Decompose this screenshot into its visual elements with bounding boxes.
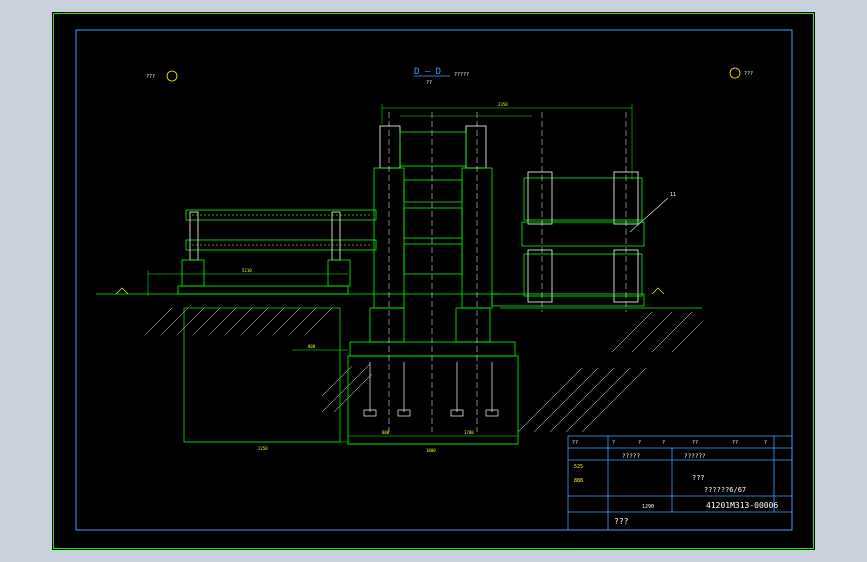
foundation-hatch	[145, 307, 703, 433]
side-value-b: 888	[574, 478, 583, 484]
leader-line	[629, 197, 669, 233]
dim-mid-a: 800	[308, 344, 316, 349]
drawing-scale: ??????6/67	[704, 486, 746, 494]
header-cell: ??	[572, 440, 578, 446]
cad-drawing: D — D ?? ????? ??? ??? 11 2350 5210 800 …	[53, 13, 814, 549]
dim-bottom-a: 1700	[464, 430, 474, 435]
pit-outline	[347, 355, 519, 445]
dimension-lines	[147, 104, 633, 445]
dim-mid-b: 800	[382, 430, 390, 435]
section-note: ?????	[454, 72, 469, 78]
title-block	[567, 435, 793, 531]
header-cell: ?	[612, 440, 615, 446]
drawing-name: ???	[692, 474, 705, 482]
header-cell: ??	[692, 440, 698, 446]
right-mark-icon	[729, 67, 741, 79]
footer-text: ???	[614, 517, 629, 526]
dim-left-run: 5210	[242, 268, 252, 273]
dim-bottom-b: 1800	[426, 448, 436, 453]
anchor-bolts	[363, 362, 499, 417]
roller-table-left	[177, 209, 377, 295]
drawing-viewport[interactable]: D — D ?? ????? ??? ??? 11 2350 5210 800 …	[52, 12, 815, 550]
leader-number: 11	[670, 192, 676, 198]
mill-stand	[369, 112, 493, 432]
right-mark-text: ???	[744, 71, 753, 77]
title-header-row: ?? ? ? ? ?? ?? ?	[572, 440, 767, 446]
header-cell: ?	[662, 440, 665, 446]
left-mark-text: ???	[146, 74, 155, 80]
level-mark-left	[115, 287, 129, 295]
header-cell: ?	[764, 440, 767, 446]
outer-border	[53, 13, 814, 549]
header-cell: ?	[638, 440, 641, 446]
title-row-1: ?????	[622, 453, 640, 460]
viewer-stage: D — D ?? ????? ??? ??? 11 2350 5210 800 …	[0, 0, 867, 562]
dim-top-span: 2350	[498, 102, 508, 107]
mass-value: 1290	[642, 504, 654, 510]
section-label: D — D	[414, 67, 441, 77]
section-sub: ??	[426, 80, 432, 86]
drawing-code: 41201M313-00006	[706, 501, 778, 510]
title-row-2: ??????	[684, 453, 706, 460]
pit-slab	[349, 341, 516, 357]
level-mark-right	[651, 287, 665, 295]
side-value-a: 525	[574, 464, 583, 470]
left-mark-icon	[166, 70, 178, 82]
drive-unit-right	[491, 112, 645, 312]
dim-base-width: 2250	[258, 446, 268, 451]
header-cell: ??	[732, 440, 738, 446]
left-foundation	[183, 307, 341, 443]
